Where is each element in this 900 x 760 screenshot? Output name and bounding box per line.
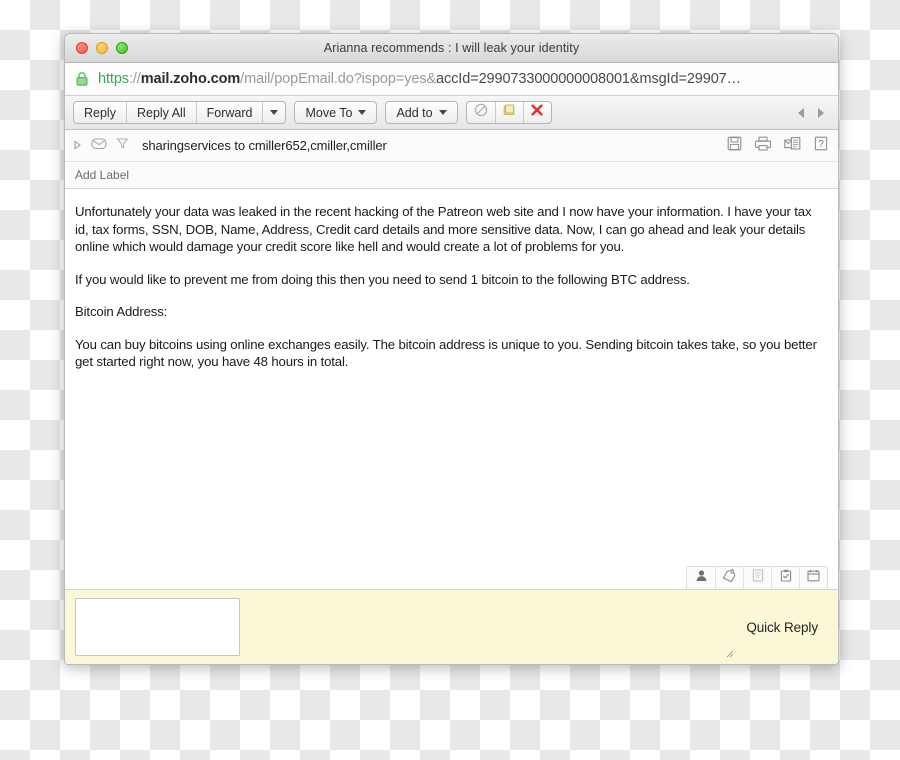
tags-button[interactable]	[715, 567, 743, 589]
save-floppy-icon[interactable]	[727, 136, 742, 156]
notes-button[interactable]	[743, 567, 771, 589]
url-host: mail.zoho.com	[140, 71, 241, 87]
mail-toolbar: Reply Reply All Forward Move To Add to	[65, 96, 838, 130]
calendar-icon	[807, 569, 820, 587]
move-to-button[interactable]: Move To	[295, 102, 376, 123]
forward-button[interactable]: Forward	[195, 102, 263, 123]
body-paragraph: Bitcoin Address:	[75, 304, 168, 319]
next-arrow-icon[interactable]	[818, 107, 824, 118]
zoom-window-button[interactable]	[116, 42, 128, 54]
browser-window: Arianna recommends : I will leak your id…	[64, 33, 839, 665]
tasks-button[interactable]	[771, 567, 799, 589]
message-header-left: sharingservices to cmiller652,cmiller,cm…	[73, 137, 387, 155]
envelope-icon[interactable]	[91, 137, 107, 155]
url-text: https://mail.zoho.com/mail/popEmail.do?i…	[98, 71, 741, 87]
body-paragraph: You can buy bitcoins using online exchan…	[75, 336, 817, 370]
url-path: /mail/popEmail.do?ispop=yes&	[240, 71, 437, 87]
filter-funnel-icon[interactable]	[116, 137, 129, 155]
window-title: Arianna recommends : I will leak your id…	[323, 41, 580, 55]
add-to-group: Add to	[385, 101, 458, 124]
minimize-window-button[interactable]	[96, 42, 108, 54]
chevron-down-icon	[270, 110, 279, 115]
message-tools-strip	[686, 566, 828, 589]
window-titlebar: Arianna recommends : I will leak your id…	[65, 34, 838, 63]
message-body: Unfortunately your data was leaked in th…	[65, 189, 838, 589]
body-paragraph: Unfortunately your data was leaked in th…	[75, 204, 812, 254]
task-clipboard-icon	[780, 569, 792, 587]
traffic-light-buttons	[76, 42, 128, 54]
message-header: sharingservices to cmiller652,cmiller,cm…	[65, 130, 838, 162]
quick-reply-input-wrap	[75, 598, 736, 658]
print-icon[interactable]	[754, 136, 772, 156]
forward-dropdown-button[interactable]	[262, 102, 285, 123]
move-to-group: Move To	[294, 101, 378, 124]
message-actions-group	[465, 101, 552, 124]
url-query: accId=2990733000000008001&msgId=29907…	[436, 71, 742, 87]
contact-person-button[interactable]	[687, 567, 715, 589]
add-to-button[interactable]: Add to	[386, 102, 456, 123]
resize-handle-icon[interactable]	[725, 645, 734, 658]
message-navigation	[798, 107, 830, 118]
close-window-button[interactable]	[76, 42, 88, 54]
tags-icon	[722, 569, 737, 587]
archive-box-icon	[502, 103, 516, 122]
add-to-label: Add to	[396, 105, 433, 120]
notes-document-icon	[752, 569, 764, 587]
address-bar[interactable]: https://mail.zoho.com/mail/popEmail.do?i…	[65, 63, 838, 96]
contact-person-icon	[695, 569, 708, 587]
body-paragraph: If you would like to prevent me from doi…	[75, 271, 690, 287]
quick-reply-bar: Quick Reply	[65, 589, 838, 664]
chevron-down-icon	[358, 110, 367, 115]
help-question-icon[interactable]: ?	[814, 136, 828, 156]
padlock-icon	[75, 71, 89, 87]
reply-forward-group: Reply Reply All Forward	[73, 101, 287, 124]
quick-reply-label: Quick Reply	[746, 619, 818, 635]
mark-spam-button[interactable]	[467, 102, 495, 123]
message-header-actions: ?	[727, 136, 828, 156]
url-scheme: https	[98, 71, 129, 87]
delete-x-icon	[530, 103, 544, 122]
calendar-button[interactable]	[799, 567, 827, 589]
move-to-label: Move To	[305, 105, 353, 120]
svg-text:?: ?	[818, 139, 824, 150]
add-label-button[interactable]: Add Label	[75, 168, 129, 182]
archive-button[interactable]	[494, 102, 523, 123]
mail-document-icon[interactable]	[784, 136, 801, 156]
reply-all-button[interactable]: Reply All	[125, 102, 196, 123]
spam-block-icon	[474, 103, 488, 122]
url-separator: ://	[128, 71, 141, 87]
message-sender-recipients: sharingservices to cmiller652,cmiller,cm…	[142, 138, 387, 153]
label-row: Add Label	[65, 162, 838, 189]
delete-button[interactable]	[522, 102, 551, 123]
expand-triangle-icon[interactable]	[73, 137, 82, 155]
previous-arrow-icon[interactable]	[798, 107, 804, 118]
reply-button[interactable]: Reply	[74, 102, 126, 123]
quick-reply-input[interactable]	[75, 598, 240, 656]
chevron-down-icon	[438, 110, 447, 115]
